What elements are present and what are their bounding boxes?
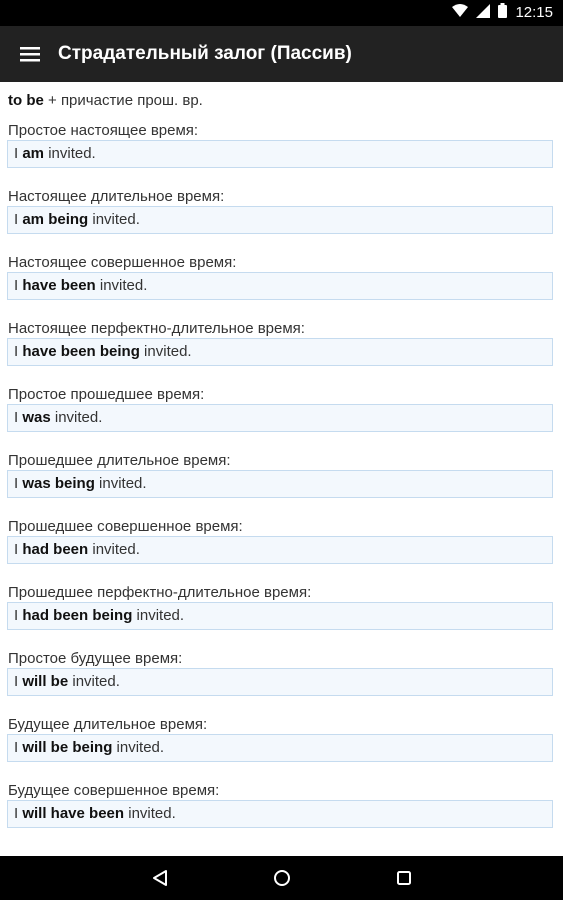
example-sentence: I will have been invited.: [7, 800, 553, 828]
formula-line: to be + причастие прош. вр.: [0, 82, 563, 116]
example-auxiliary: had been being: [22, 607, 133, 624]
tense-label: Будущее длительное время:: [8, 716, 208, 733]
example-verb: invited.: [95, 277, 148, 294]
example-verb: invited.: [112, 739, 165, 756]
tense-item: Прошедшее перфектно-длительное время: I h…: [0, 578, 563, 644]
tense-label: Прошедшее длительное время:: [8, 452, 231, 469]
tense-label: Простое настоящее время:: [8, 122, 199, 139]
tense-label: Простое прошедшее время:: [8, 386, 205, 403]
example-auxiliary: am being: [22, 211, 89, 228]
tense-item: Настоящее длительное время: I am being in…: [0, 182, 563, 248]
navigation-bar: [0, 856, 563, 900]
recents-icon[interactable]: [384, 858, 424, 898]
example-sentence: I was being invited.: [7, 470, 553, 498]
tense-item: Простое настоящее время: I am invited.: [0, 116, 563, 182]
tense-item: Прошедшее совершенное время: I had been i…: [0, 512, 563, 578]
back-icon[interactable]: [140, 858, 180, 898]
app-bar: Страдательный залог (Пассив): [0, 26, 563, 82]
page-title: Страдательный залог (Пассив): [58, 43, 352, 64]
formula-rest: + причастие прош. вр.: [43, 92, 203, 109]
content-area[interactable]: to be + причастие прош. вр. Простое наст…: [0, 82, 563, 856]
tense-item: Простое будущее время: I will be invited.: [0, 644, 563, 710]
tense-label: Настоящее перфектно-длительное время:: [8, 320, 305, 337]
tense-item: Настоящее совершенное время: I have been …: [0, 248, 563, 314]
example-auxiliary: was being: [22, 475, 95, 492]
example-verb: invited.: [132, 607, 185, 624]
tense-list: Простое настоящее время: I am invited. Нас…: [0, 116, 563, 842]
example-verb: invited.: [88, 211, 140, 228]
tense-label: Прошедшее перфектно-длительное время:: [8, 584, 312, 601]
status-icons: 12:15: [452, 3, 553, 22]
example-sentence: I have been being invited.: [7, 338, 553, 366]
example-sentence: I was invited.: [7, 404, 553, 432]
example-verb: invited.: [88, 541, 140, 558]
example-sentence: I am being invited.: [7, 206, 553, 234]
home-icon[interactable]: [262, 858, 302, 898]
example-auxiliary: am: [22, 145, 45, 162]
example-sentence: I will be being invited.: [7, 734, 553, 762]
status-bar: 12:15: [0, 0, 563, 26]
tense-item: Настоящее перфектно-длительное время: I h…: [0, 314, 563, 380]
example-sentence: I am invited.: [7, 140, 553, 168]
example-auxiliary: was: [22, 409, 51, 426]
example-sentence: I have been invited.: [7, 272, 553, 300]
example-verb: invited.: [68, 673, 120, 690]
example-sentence: I will be invited.: [7, 668, 553, 696]
wifi-icon: [452, 3, 469, 22]
example-verb: invited.: [139, 343, 192, 360]
tense-label: Настоящее длительное время:: [8, 188, 225, 205]
example-auxiliary: have been being: [22, 343, 140, 360]
example-auxiliary: will have been: [22, 805, 125, 822]
status-time: 12:15: [515, 4, 553, 21]
tense-label: Простое будущее время:: [8, 650, 183, 667]
tense-item: Будущее длительное время: I will be being…: [0, 710, 563, 776]
tense-label: Настоящее совершенное время:: [8, 254, 237, 271]
example-sentence: I had been being invited.: [7, 602, 553, 630]
example-verb: invited.: [44, 145, 96, 162]
example-auxiliary: will be: [22, 673, 69, 690]
example-verb: invited.: [124, 805, 176, 822]
signal-icon: [476, 3, 491, 22]
battery-icon: [498, 3, 508, 22]
example-auxiliary: had been: [22, 541, 89, 558]
example-sentence: I had been invited.: [7, 536, 553, 564]
tense-item: Прошедшее длительное время: I was being i…: [0, 446, 563, 512]
tense-label: Прошедшее совершенное время:: [8, 518, 243, 535]
tense-item: Простое прошедшее время: I was invited.: [0, 380, 563, 446]
example-auxiliary: will be being: [22, 739, 113, 756]
hamburger-menu-icon[interactable]: [18, 44, 42, 64]
example-verb: invited.: [94, 475, 147, 492]
example-verb: invited.: [50, 409, 103, 426]
formula-bold: to be: [8, 92, 44, 109]
example-auxiliary: have been: [22, 277, 96, 294]
tense-label: Будущее совершенное время:: [8, 782, 220, 799]
tense-item: Будущее совершенное время: I will have be…: [0, 776, 563, 842]
